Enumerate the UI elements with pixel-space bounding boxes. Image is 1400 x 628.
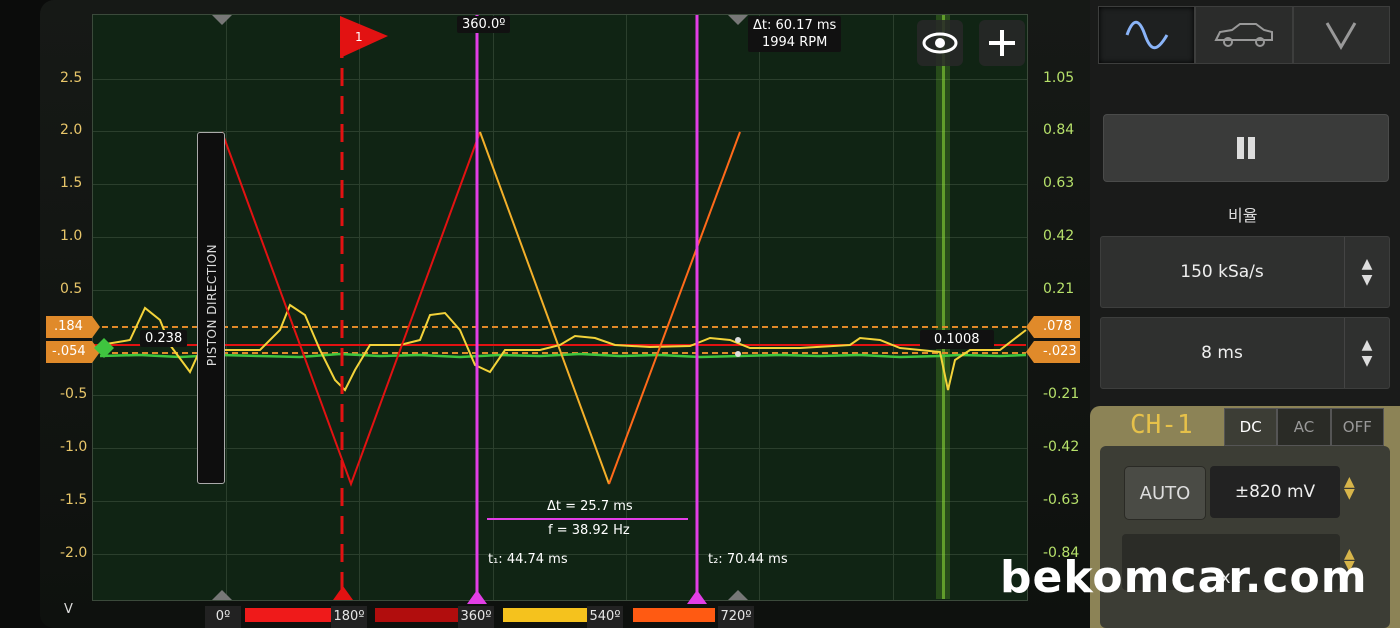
cursor-t1-handle [467,590,487,604]
degree-label: 540º [587,606,623,628]
left-axis-tick: 1.5 [60,175,83,191]
right-axis-tick: 0.84 [1043,122,1075,138]
marker-flag-number: 1 [355,30,363,44]
left-axis-tick: 2.5 [60,70,83,86]
channel-label: CH-1 [1130,410,1193,440]
timebase-select[interactable]: 8 ms ▲ ▼ [1100,317,1390,389]
left-axis-tick: -1.5 [60,492,88,508]
t2-readout: t₂: 70.44 ms [708,552,788,567]
cursor-dot-right-1 [735,337,741,343]
right-axis-tick: -0.21 [1043,386,1080,402]
tab-voltage[interactable] [1292,6,1390,64]
coupling-tabs: DC AC OFF [1224,408,1384,446]
delta-t-measurement: Δt = 25.7 ms [547,499,633,514]
red-triangle-wave [221,131,481,487]
watermark: bekomcar.com [1000,552,1368,603]
sample-rate-value: 150 kSa/s [1180,262,1264,282]
bottom-marker-1 [212,590,232,600]
degree-label: 720º [718,606,754,628]
left-axis-tick-lower-ref: -.054 [52,344,86,359]
right-axis-tick-upper-ref: .078 [1043,319,1072,334]
voltage-range-value[interactable]: ±820 mV [1210,466,1340,518]
right-axis-tick: 0.63 [1043,175,1075,191]
degree-readout-top: 360.0º [457,16,511,33]
pause-button[interactable] [1103,114,1389,182]
degree-bar-darkred [375,608,460,622]
trigger-line [942,15,945,599]
sample-rate-select[interactable]: 150 kSa/s ▲ ▼ [1100,236,1390,308]
timebase-updown-icon[interactable]: ▲ ▼ [1344,318,1389,388]
right-value-readout: 0.1008 [920,330,994,349]
degree-label: 180º [331,606,367,628]
delta-time-readout: Δt: 60.17 ms 1994 RPM [748,16,842,52]
car-icon [1214,23,1273,47]
left-value-readout: 0.238 [140,330,188,347]
degree-bar-orange [633,608,715,622]
tab-vehicle[interactable] [1195,6,1293,64]
pause-icon [1237,137,1255,159]
left-axis-tick: -2.0 [60,545,88,561]
rpm-text: 1994 RPM [761,35,828,50]
piston-direction-indicator[interactable]: PISTON DIRECTION [197,132,225,484]
t1-readout: t₁: 44.74 ms [488,552,568,567]
right-axis-tick-lower-ref: -.023 [1043,344,1077,359]
degree-label: 0º [205,606,241,628]
frequency-measurement: f = 38.92 Hz [548,523,630,538]
add-button[interactable] [979,20,1025,66]
tab-dc[interactable]: DC [1224,408,1278,446]
plus-icon [989,30,1015,56]
right-axis-tick: 0.42 [1043,228,1075,244]
volt-icon [1326,22,1357,50]
sine-wave-icon [1125,20,1168,50]
degree-bar-yellow [503,608,589,622]
left-axis-tick: 2.0 [60,122,83,138]
orange-triangle-wave [608,131,741,485]
right-axis-tick: -0.42 [1043,439,1080,455]
bottom-marker-red [333,586,353,600]
top-marker-1 [212,15,232,25]
left-axis-tick: -0.5 [60,386,88,402]
degree-label: 360º [458,606,494,628]
timebase-value: 8 ms [1201,343,1243,363]
right-axis-tick: 1.05 [1043,70,1075,86]
eye-icon [922,32,958,54]
marker-flag [340,16,388,58]
right-axis-tick: 0.21 [1043,281,1075,297]
cursor-dot-right-2 [735,351,741,357]
auto-range-button[interactable]: AUTO [1124,466,1206,520]
piston-direction-label: PISTON DIRECTION [205,243,219,367]
bottom-marker-2 [728,590,748,600]
yellow-trace [99,303,1027,392]
mode-tabs [1098,6,1390,64]
sample-rate-updown-icon[interactable]: ▲ ▼ [1344,237,1389,307]
right-axis-tick: -0.63 [1043,492,1080,508]
delta-time-text: Δt: 60.17 ms [753,18,837,33]
tab-ac[interactable]: AC [1277,408,1331,446]
range-updown-icon[interactable]: ▲ ▼ [1344,475,1355,501]
ratio-label: 비율 [1228,206,1258,225]
left-axis-tick-upper-ref: .184 [54,319,83,334]
left-axis-tick: 1.0 [60,228,83,244]
left-axis-tick: -1.0 [60,439,88,455]
yellow-triangle-wave [479,131,610,485]
degree-bar-red [245,608,335,622]
top-marker-2 [728,15,748,25]
visibility-toggle-button[interactable] [917,20,963,66]
cursor-t2-handle [687,590,707,604]
left-axis-tick: 0.5 [60,281,83,297]
voltage-unit: V [64,602,73,617]
tab-waveform[interactable] [1098,6,1196,64]
tab-off[interactable]: OFF [1330,408,1384,446]
